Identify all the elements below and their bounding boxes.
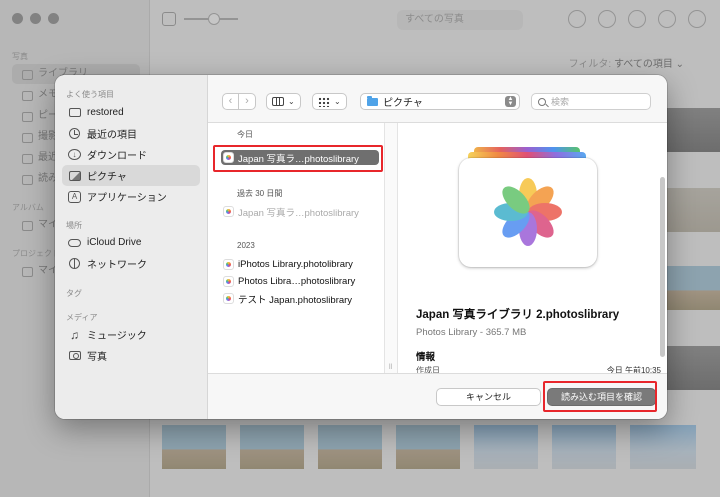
sidebar-item-label: restored — [87, 107, 124, 118]
folder-icon — [367, 95, 378, 106]
grid-icon — [318, 96, 330, 107]
sidebar-item-label: ダウンロード — [87, 151, 147, 162]
chevron-down-icon: ⌄ — [288, 97, 295, 106]
file-row-photos-library[interactable]: Photos Libra…photoslibrary — [221, 274, 379, 289]
file-name: iPhotos Library.photolibrary — [238, 259, 353, 270]
sidebar-item-label: ピクチャ — [87, 172, 127, 183]
clock-icon — [69, 128, 80, 139]
sidebar-item-network[interactable]: ネットワーク — [62, 253, 200, 274]
dialog-toolbar: ‹ › ⌄ ⌄ ピクチャ ▲ ▼ — [208, 75, 667, 123]
group-heading-today: 今日 — [237, 130, 253, 139]
photos-library-icon — [223, 206, 234, 217]
globe-icon — [69, 258, 80, 269]
cancel-button[interactable]: キャンセル — [436, 388, 541, 406]
sidebar-item-label: 写真 — [87, 352, 107, 363]
back-button[interactable]: ‹ — [222, 93, 239, 110]
sidebar-item-recents[interactable]: 最近の項目 — [62, 123, 200, 144]
tags-heading: タグ — [66, 289, 82, 298]
dialog-sidebar: よく使う項目 restored 最近の項目 ↓ ダウンロード ピクチャ A アプ… — [55, 75, 208, 419]
music-note-icon: ♫ — [70, 327, 79, 342]
file-name: Photos Libra…photoslibrary — [238, 276, 356, 287]
preview-pane: Japan 写真ライブラリ 2.photoslibrary Photos Lib… — [398, 123, 667, 375]
forward-button[interactable]: › — [239, 93, 256, 110]
sidebar-item-label: ミュージック — [87, 331, 147, 342]
media-heading: メディア — [66, 313, 98, 322]
resize-grip-icon: ll — [389, 364, 393, 371]
up-down-arrows-icon: ▲ ▼ — [505, 96, 516, 107]
places-heading: 場所 — [66, 221, 82, 230]
location-popup[interactable]: ピクチャ ▲ ▼ — [360, 93, 520, 110]
preview-file-kind: Photos Library - 365.7 MB — [416, 327, 527, 338]
highlight-box-confirm-button — [543, 381, 657, 412]
preview-file-name: Japan 写真ライブラリ 2.photoslibrary — [416, 309, 620, 321]
column-resize-handle[interactable]: ll — [384, 123, 398, 373]
cloud-icon — [68, 238, 81, 247]
sidebar-item-icloud-drive[interactable]: iCloud Drive — [62, 232, 200, 253]
sidebar-item-restored[interactable]: restored — [62, 102, 200, 123]
folder-icon — [68, 108, 81, 117]
search-icon — [538, 97, 546, 106]
photos-flower-icon — [494, 178, 562, 246]
search-input[interactable] — [551, 96, 641, 107]
applications-icon: A — [68, 190, 81, 203]
highlight-box-selected-file — [213, 145, 383, 172]
columns-view-icon — [272, 97, 284, 106]
photos-library-icon — [223, 259, 234, 270]
group-heading-2023: 2023 — [237, 241, 255, 250]
photos-library-icon — [459, 158, 597, 267]
sidebar-item-label: アプリケーション — [87, 193, 167, 204]
file-name: Japan 写真ラ…photoslibrary — [238, 207, 359, 219]
favorites-heading: よく使う項目 — [66, 90, 114, 99]
sidebar-item-photos[interactable]: 写真 — [62, 345, 200, 366]
open-file-dialog: よく使う項目 restored 最近の項目 ↓ ダウンロード ピクチャ A アプ… — [55, 75, 667, 419]
file-name: テスト Japan.photoslibrary — [238, 294, 353, 306]
file-row-iphotos-library[interactable]: iPhotos Library.photolibrary — [221, 257, 379, 272]
file-row-japan-photos-library-older[interactable]: Japan 写真ラ…photoslibrary — [221, 204, 379, 219]
sidebar-item-applications[interactable]: A アプリケーション — [62, 186, 200, 207]
pictures-icon — [68, 170, 81, 181]
chevron-down-icon: ⌄ — [334, 97, 341, 106]
camera-icon — [68, 351, 81, 360]
sidebar-item-pictures[interactable]: ピクチャ — [62, 165, 200, 186]
photos-library-icon — [223, 293, 234, 304]
group-button[interactable]: ⌄ — [312, 93, 347, 110]
view-mode-button[interactable]: ⌄ — [266, 93, 301, 110]
navigation-buttons: ‹ › — [222, 93, 256, 110]
sidebar-item-label: 最近の項目 — [87, 130, 137, 141]
photos-library-icon — [223, 276, 234, 287]
preview-info-heading: 情報 — [416, 352, 436, 363]
location-label: ピクチャ — [383, 98, 423, 109]
sidebar-item-music[interactable]: ♫ ミュージック — [62, 324, 200, 345]
sidebar-item-label: ネットワーク — [87, 260, 147, 271]
file-row-test-japan-library[interactable]: テスト Japan.photoslibrary — [221, 291, 379, 306]
search-field[interactable] — [531, 93, 651, 110]
sidebar-item-downloads[interactable]: ↓ ダウンロード — [62, 144, 200, 165]
group-heading-past-30-days: 過去 30 日間 — [237, 189, 283, 198]
download-icon: ↓ — [68, 149, 81, 160]
preview-scrollbar[interactable] — [660, 177, 665, 357]
sidebar-item-label: iCloud Drive — [87, 237, 142, 248]
